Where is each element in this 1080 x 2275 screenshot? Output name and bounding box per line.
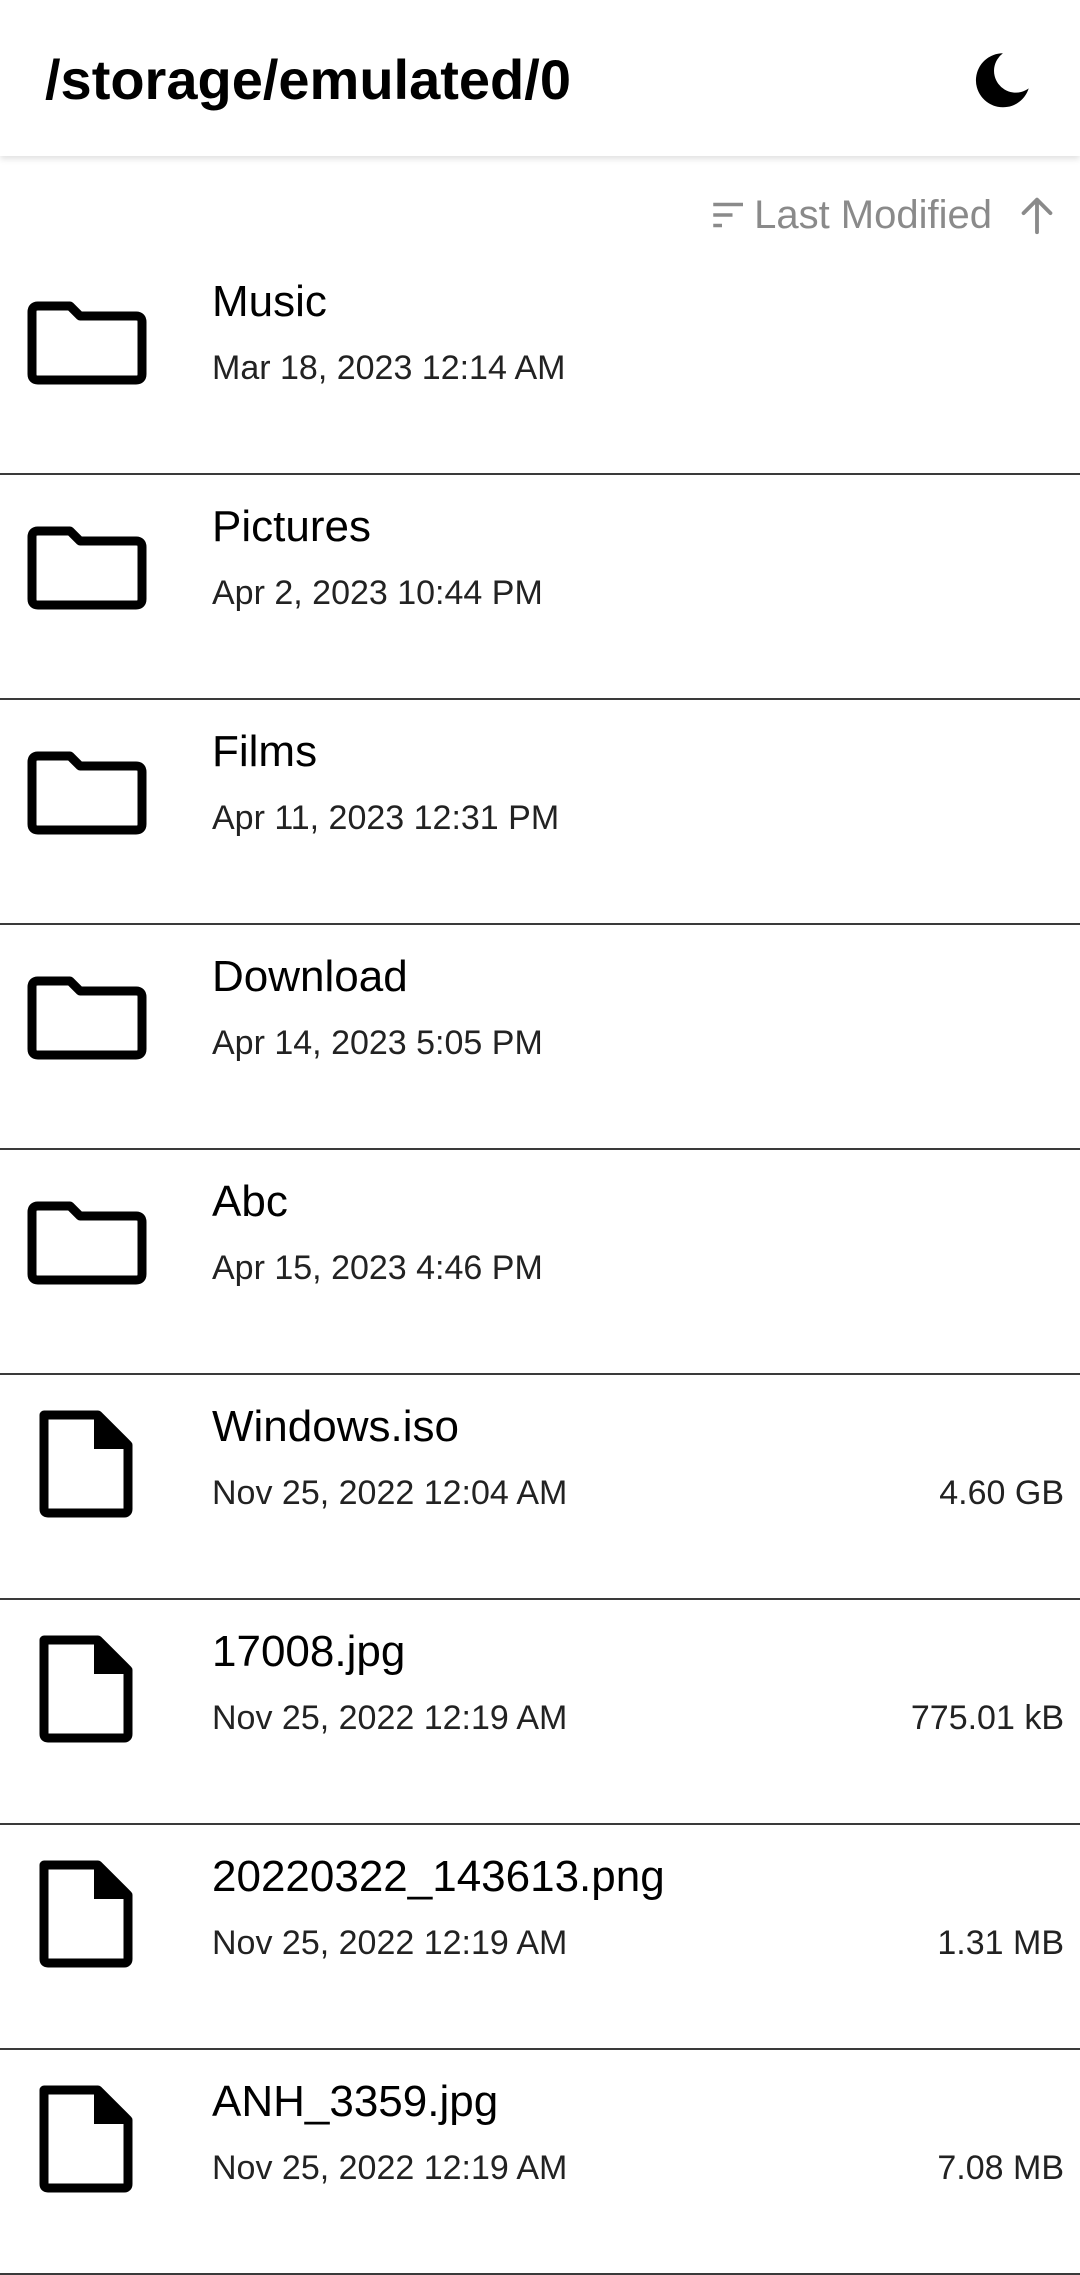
file-list-item[interactable]: Windows.iso Nov 25, 2022 12:04 AM 4.60 G…: [0, 1375, 1080, 1600]
item-name: Films: [212, 727, 318, 776]
file-icon: [18, 1622, 150, 1754]
item-modified-date: Nov 25, 2022 12:19 AM: [212, 1924, 568, 1962]
folder-icon: [18, 272, 150, 404]
item-size: 7.08 MB: [937, 2149, 1064, 2187]
sort-bar: Last Modified: [0, 180, 1080, 250]
file-list-item[interactable]: ANH_3359.jpg Nov 25, 2022 12:19 AM 7.08 …: [0, 2050, 1080, 2275]
file-icon: [18, 2072, 150, 2204]
file-icon: [18, 1397, 150, 1529]
item-name: Pictures: [212, 502, 371, 551]
folder-icon: [18, 1172, 150, 1304]
item-modified-date: Nov 25, 2022 12:04 AM: [212, 1474, 568, 1512]
item-modified-date: Apr 11, 2023 12:31 PM: [212, 799, 560, 837]
current-path-title: /storage/emulated/0: [45, 48, 571, 111]
item-modified-date: Nov 25, 2022 12:19 AM: [212, 2149, 568, 2187]
item-name: ANH_3359.jpg: [212, 2077, 499, 2126]
folder-icon: [18, 497, 150, 629]
item-modified-date: Nov 25, 2022 12:19 AM: [212, 1699, 568, 1737]
file-icon: [18, 1847, 150, 1979]
item-modified-date: Mar 18, 2023 12:14 AM: [212, 349, 566, 387]
sort-icon: [708, 194, 750, 236]
item-name: Windows.iso: [212, 1402, 459, 1451]
item-size: 775.01 kB: [910, 1699, 1064, 1737]
item-modified-date: Apr 2, 2023 10:44 PM: [212, 574, 543, 612]
folder-list-item[interactable]: Download Apr 14, 2023 5:05 PM: [0, 925, 1080, 1150]
item-size: 4.60 GB: [939, 1474, 1064, 1512]
item-name: 17008.jpg: [212, 1627, 406, 1676]
folder-list-item[interactable]: Pictures Apr 2, 2023 10:44 PM: [0, 475, 1080, 700]
file-list: Music Mar 18, 2023 12:14 AM Pictures Apr…: [0, 250, 1080, 2275]
item-name: 20220322_143613.png: [212, 1852, 665, 1901]
item-name: Music: [212, 277, 327, 326]
item-name: Abc: [212, 1177, 288, 1226]
file-list-item[interactable]: 17008.jpg Nov 25, 2022 12:19 AM 775.01 k…: [0, 1600, 1080, 1825]
folder-list-item[interactable]: Music Mar 18, 2023 12:14 AM: [0, 250, 1080, 475]
file-list-item[interactable]: 20220322_143613.png Nov 25, 2022 12:19 A…: [0, 1825, 1080, 2050]
item-size: 1.31 MB: [937, 1924, 1064, 1962]
moon-icon[interactable]: [966, 44, 1038, 116]
folder-icon: [18, 722, 150, 854]
app-bar: /storage/emulated/0: [0, 0, 1080, 156]
folder-icon: [18, 947, 150, 1079]
folder-list-item[interactable]: Abc Apr 15, 2023 4:46 PM: [0, 1150, 1080, 1375]
item-name: Download: [212, 952, 408, 1001]
sort-label: Last Modified: [754, 192, 992, 237]
arrow-up-icon[interactable]: [1014, 192, 1060, 238]
item-modified-date: Apr 15, 2023 4:46 PM: [212, 1249, 543, 1287]
sort-button[interactable]: Last Modified: [708, 180, 1060, 250]
folder-list-item[interactable]: Films Apr 11, 2023 12:31 PM: [0, 700, 1080, 925]
item-modified-date: Apr 14, 2023 5:05 PM: [212, 1024, 543, 1062]
